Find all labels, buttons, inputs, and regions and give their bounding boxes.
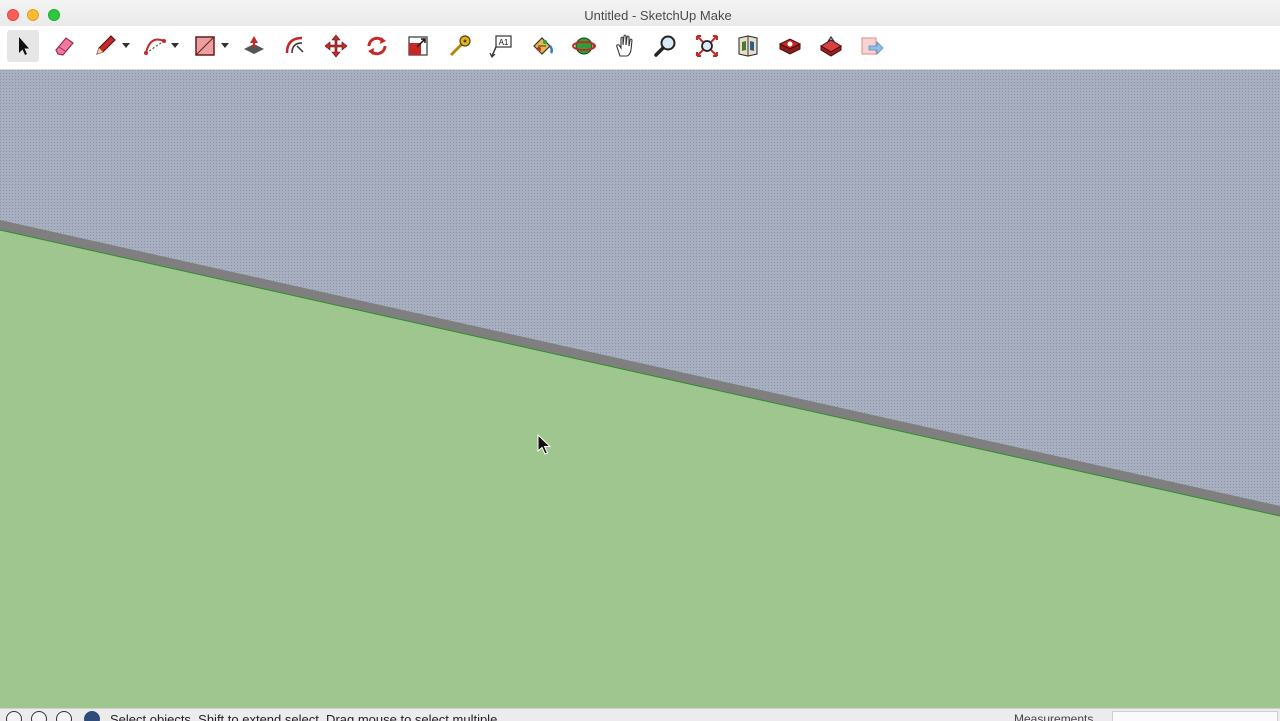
- arc-icon: [144, 38, 166, 55]
- zoom-extents-tool[interactable]: [691, 30, 723, 62]
- pencil-icon: [96, 35, 116, 55]
- push-pull-icon: [244, 36, 264, 54]
- rectangle-icon: [195, 36, 215, 56]
- eraser-tool[interactable]: [48, 30, 80, 62]
- tape-measure-tool[interactable]: [444, 30, 476, 62]
- scale-icon: [408, 36, 428, 56]
- push-pull-tool[interactable]: [238, 30, 270, 62]
- chevron-down-icon[interactable]: [220, 40, 230, 50]
- 3d-warehouse-button[interactable]: [732, 30, 764, 62]
- send-to-layout-button[interactable]: [856, 30, 888, 62]
- tape-measure-icon: [449, 35, 471, 57]
- eraser-icon: [55, 37, 74, 56]
- move-tool[interactable]: [320, 30, 352, 62]
- drawing-viewport[interactable]: [0, 70, 1280, 708]
- main-toolbar: A1: [0, 26, 1280, 70]
- extension-warehouse-button[interactable]: [774, 30, 806, 62]
- chevron-down-icon[interactable]: [121, 40, 131, 50]
- rotate-tool[interactable]: [361, 30, 393, 62]
- svg-text:A1: A1: [499, 38, 509, 47]
- text-tool[interactable]: A1: [485, 30, 517, 62]
- scale-tool[interactable]: [402, 30, 434, 62]
- arc-tool[interactable]: [139, 30, 171, 62]
- warehouse-icon: [738, 35, 758, 57]
- text-icon: A1: [489, 35, 512, 59]
- arrow-pointer-icon: [537, 434, 552, 455]
- scene-canvas: [0, 70, 1280, 708]
- paint-bucket-icon: [533, 37, 554, 55]
- layout-button[interactable]: [815, 30, 847, 62]
- offset-icon: [285, 36, 304, 54]
- offset-tool[interactable]: [279, 30, 311, 62]
- orbit-icon: [572, 37, 596, 55]
- hand-icon: [616, 34, 633, 57]
- send-icon: [861, 37, 884, 55]
- shapes-tool[interactable]: [189, 30, 221, 62]
- move-icon: [324, 34, 348, 58]
- extension-icon: [778, 38, 802, 55]
- line-tool[interactable]: [89, 30, 121, 62]
- window-title: Untitled - SketchUp Make: [584, 8, 732, 23]
- paint-bucket-tool[interactable]: [526, 30, 558, 62]
- zoom-extents-icon: [696, 35, 718, 57]
- status-bar: Select objects. Shift to extend select. …: [0, 708, 1280, 721]
- pan-tool[interactable]: [609, 30, 641, 62]
- chevron-down-icon[interactable]: [170, 40, 180, 50]
- zoom-tool[interactable]: [650, 30, 682, 62]
- arrow-pointer-icon: [19, 37, 29, 55]
- magnifier-icon: [654, 35, 676, 57]
- orbit-tool[interactable]: [568, 30, 600, 62]
- rotate-icon: [367, 36, 387, 56]
- layout-icon: [820, 35, 842, 57]
- select-tool[interactable]: [7, 30, 39, 62]
